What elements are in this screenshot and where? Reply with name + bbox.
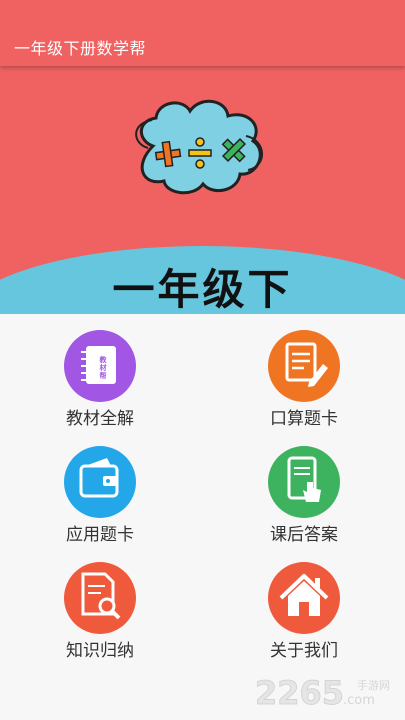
menu-item-knowledge-summary[interactable]: 知识归纳	[25, 546, 175, 661]
app-bar: 一年级下册数学帮	[0, 0, 405, 66]
watermark-domain: .com	[343, 693, 375, 708]
menu-item-homework-answers[interactable]: 课后答案	[229, 430, 379, 545]
tablet-touch-icon	[287, 456, 321, 502]
app-title: 一年级下册数学帮	[14, 39, 147, 58]
banner-heading: 一年级下	[112, 265, 293, 314]
document-edit-icon	[285, 342, 328, 387]
menu-item-about-us[interactable]: 关于我们	[229, 546, 379, 661]
math-cloud-icon	[135, 100, 263, 195]
watermark-brand: 2265	[255, 674, 344, 712]
watermark-site-name: 手游网	[357, 678, 390, 692]
site-watermark: 2265 .com 手游网	[255, 674, 390, 712]
notebook-icon: 教 材 帮	[81, 346, 116, 384]
svg-text:教: 教	[99, 355, 108, 364]
home-icon	[279, 574, 329, 616]
menu-item-label: 口算题卡	[270, 409, 338, 429]
menu-item-label: 关于我们	[270, 641, 338, 661]
menu-item-label: 知识归纳	[66, 641, 134, 661]
menu-item-label: 教材全解	[66, 409, 134, 429]
menu-item-label: 课后答案	[270, 525, 338, 545]
document-search-icon	[81, 572, 121, 620]
menu-item-mental-math[interactable]: 口算题卡	[229, 314, 379, 429]
header-banner: 一年级下	[0, 66, 405, 314]
svg-text:材: 材	[99, 363, 107, 372]
menu-item-word-problems[interactable]: 应用题卡	[25, 430, 175, 545]
menu-grid: 教 材 帮 教材全解 口算题卡 应用题卡 课后答案 知识归纳 关于我们	[0, 314, 405, 720]
menu-item-label: 应用题卡	[66, 525, 134, 545]
svg-text:帮: 帮	[100, 371, 107, 380]
wallet-icon	[79, 458, 119, 498]
menu-item-textbook[interactable]: 教 材 帮 教材全解	[25, 314, 175, 429]
